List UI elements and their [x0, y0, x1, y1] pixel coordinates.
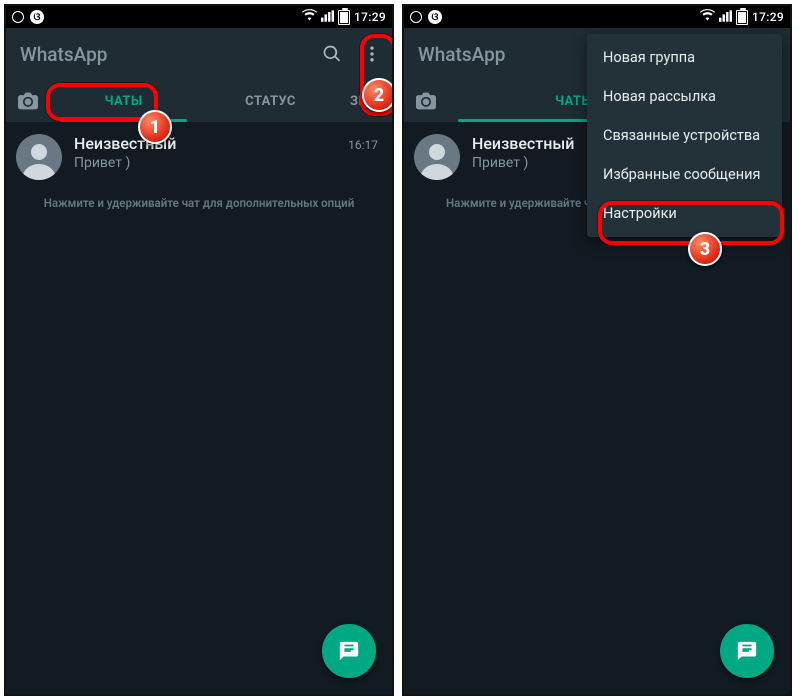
statusbar-left: ଓ	[410, 10, 442, 24]
statusbar-right: 17:29	[700, 9, 784, 25]
new-chat-fab[interactable]	[322, 624, 376, 678]
menu-settings[interactable]: Настройки	[587, 194, 782, 233]
camera-icon[interactable]	[404, 80, 448, 122]
tab-chats-label: ЧАТЫ	[104, 94, 142, 109]
shazam-icon: ଓ	[428, 10, 442, 24]
menu-linked-devices[interactable]: Связанные устройства	[587, 116, 782, 155]
shazam-icon: ଓ	[30, 10, 44, 24]
chat-time: 16:17	[348, 138, 378, 152]
wifi-icon	[302, 9, 317, 25]
tab-status-label: СТАТУС	[245, 94, 296, 109]
tab-chats[interactable]: ЧАТЫ	[50, 80, 197, 122]
badge-3: 3	[688, 232, 722, 266]
camera-icon[interactable]	[6, 80, 50, 122]
chat-list: Неизвестный 16:17 Привет ) Нажмите и уде…	[6, 122, 392, 694]
battery-icon	[736, 10, 748, 25]
hold-hint: Нажмите и удерживайте чат для дополнител…	[6, 190, 392, 210]
status-time: 17:29	[354, 10, 386, 24]
statusbar-left: ଓ	[12, 10, 44, 24]
badge-1: 1	[138, 110, 172, 144]
chat-row[interactable]: Неизвестный 16:17 Привет )	[6, 122, 392, 190]
more-options-icon[interactable]	[362, 44, 382, 64]
wifi-icon	[700, 9, 715, 25]
phone-left: ଓ 17:29 WhatsApp ЧАТЫ СТАТУ	[4, 4, 394, 696]
statusbar: ଓ 17:29	[404, 6, 790, 28]
signal-icon	[719, 10, 732, 25]
chat-message: Привет )	[74, 155, 378, 171]
badge-2: 2	[362, 78, 394, 112]
chat-main: Неизвестный 16:17 Привет )	[74, 134, 378, 171]
menu-new-group[interactable]: Новая группа	[587, 38, 782, 77]
app-title: WhatsApp	[418, 43, 505, 66]
appbar-actions	[322, 44, 382, 64]
chat-name: Неизвестный	[472, 134, 574, 153]
appbar: WhatsApp	[6, 28, 392, 80]
avatar[interactable]	[16, 134, 62, 180]
avatar[interactable]	[414, 134, 460, 180]
opera-icon	[410, 11, 422, 23]
menu-starred-messages[interactable]: Избранные сообщения	[587, 155, 782, 194]
app-title: WhatsApp	[20, 43, 107, 66]
signal-icon	[321, 10, 334, 25]
search-icon[interactable]	[322, 44, 342, 64]
overflow-menu: Новая группа Новая рассылка Связанные ус…	[587, 34, 782, 237]
statusbar: ଓ 17:29	[6, 6, 392, 28]
new-chat-fab[interactable]	[720, 624, 774, 678]
battery-icon	[338, 10, 350, 25]
tab-status[interactable]: СТАТУС	[197, 80, 344, 122]
statusbar-right: 17:29	[302, 9, 386, 25]
phone-right: ଓ 17:29 WhatsApp ЧАТЫ СС	[402, 4, 792, 696]
opera-icon	[12, 11, 24, 23]
status-time: 17:29	[752, 10, 784, 24]
menu-new-broadcast[interactable]: Новая рассылка	[587, 77, 782, 116]
tabs: ЧАТЫ СТАТУС ЗВО	[6, 80, 392, 122]
